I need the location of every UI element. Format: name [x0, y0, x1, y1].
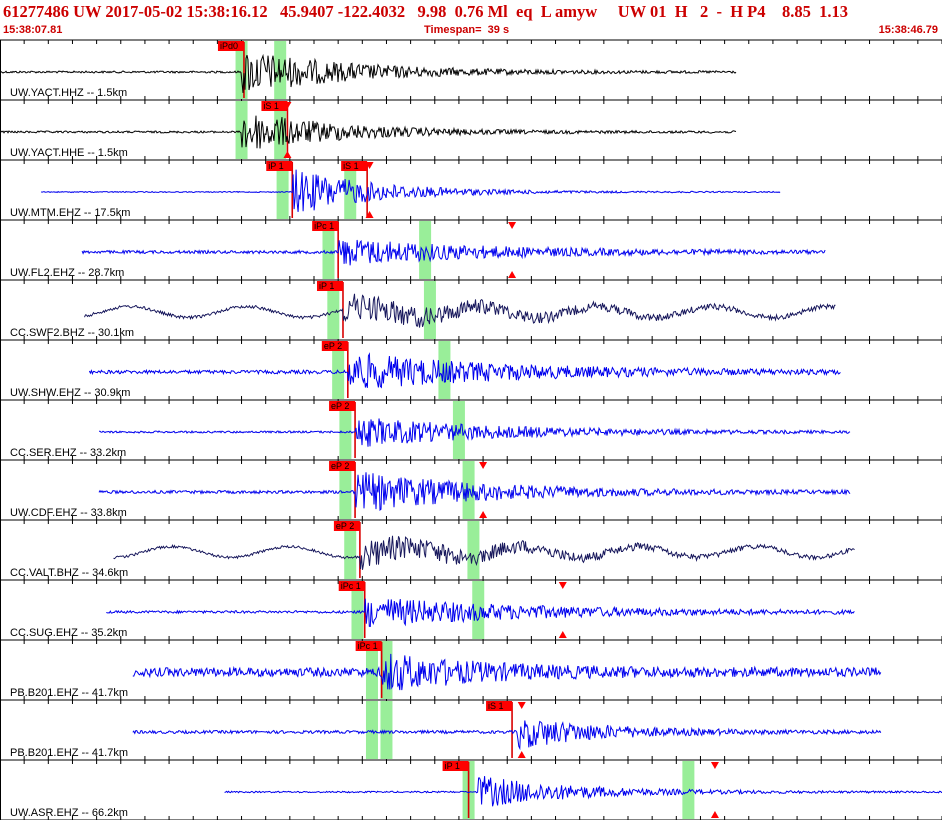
waveform-trace [84, 293, 836, 328]
phase-window [467, 521, 480, 579]
arrival-marker-top [479, 462, 488, 469]
waveform-trace [132, 653, 882, 691]
arrival-marker-bottom [517, 751, 526, 758]
pick-label: eP 2 [336, 521, 354, 531]
trace-label: UW.FL2.EHZ -- 28.7km [10, 267, 124, 279]
pick-label: iPc 1 [341, 581, 361, 591]
arrival-marker-top [508, 222, 517, 229]
pick-label: iP 1 [319, 281, 334, 291]
pick-label: iP 1 [445, 761, 460, 771]
pick-label: iP 1 [268, 161, 283, 171]
waveform-trace [99, 418, 851, 447]
arrival-marker-bottom [479, 511, 488, 518]
arrival-marker-bottom [558, 631, 567, 638]
trace-label: CC.VALT.BHZ -- 34.6km [10, 567, 128, 579]
waveform-trace [224, 776, 942, 807]
pick-label: eP 2 [331, 401, 349, 411]
arrival-marker-bottom [710, 811, 719, 818]
phase-window [365, 701, 378, 759]
phase-window [274, 41, 287, 99]
trace-label: PB.B201.EHZ -- 41.7km [10, 687, 128, 699]
pick-label: eP 2 [331, 461, 349, 471]
waveform-trace [40, 169, 781, 212]
trace-label: CC.SER.EHZ -- 33.2km [10, 447, 126, 459]
pick-label: iS 1 [343, 161, 359, 171]
trace-label: UW.MTM.EHZ -- 17.5km [10, 207, 130, 219]
pick-label: iS 1 [263, 101, 279, 111]
waveform-trace [132, 720, 882, 751]
waveform-trace [113, 535, 855, 570]
waveform-trace [88, 352, 841, 389]
trace-label: UW.YACT.HHE -- 1.5km [10, 147, 128, 159]
pick-label: eP 2 [324, 341, 342, 351]
trace-label: PB.B201.EHZ -- 41.7km [10, 747, 128, 759]
trace-label: UW.SHW.EHZ -- 30.9km [10, 387, 130, 399]
pick-label: iPc 1 [358, 641, 378, 651]
pick-label: iPc 1 [314, 221, 334, 231]
pick-label: iPd0 [220, 41, 238, 51]
arrival-marker-bottom [508, 271, 517, 278]
trace-label: CC.SWF2.BHZ -- 30.1km [10, 327, 134, 339]
pick-label: iS 1 [488, 701, 504, 711]
phase-window [380, 701, 393, 759]
trace-label: UW.YACT.HHZ -- 1.5km [10, 87, 127, 99]
arrival-marker-top [558, 582, 567, 589]
trace-label: CC.SUG.EHZ -- 35.2km [10, 627, 127, 639]
trace-label: UW.ASR.EHZ -- 66.2km [10, 807, 128, 819]
arrival-marker-top [710, 762, 719, 769]
seismogram-plot: iPd0 UW.YACT.HHZ -- 1.5km iS 1 UW.YACT.HHE … [0, 39, 942, 820]
arrival-marker-top [517, 702, 526, 709]
waveform-trace [81, 239, 826, 266]
waveform-trace [0, 115, 737, 149]
trace-label: UW.CDF.EHZ -- 33.8km [10, 507, 127, 519]
